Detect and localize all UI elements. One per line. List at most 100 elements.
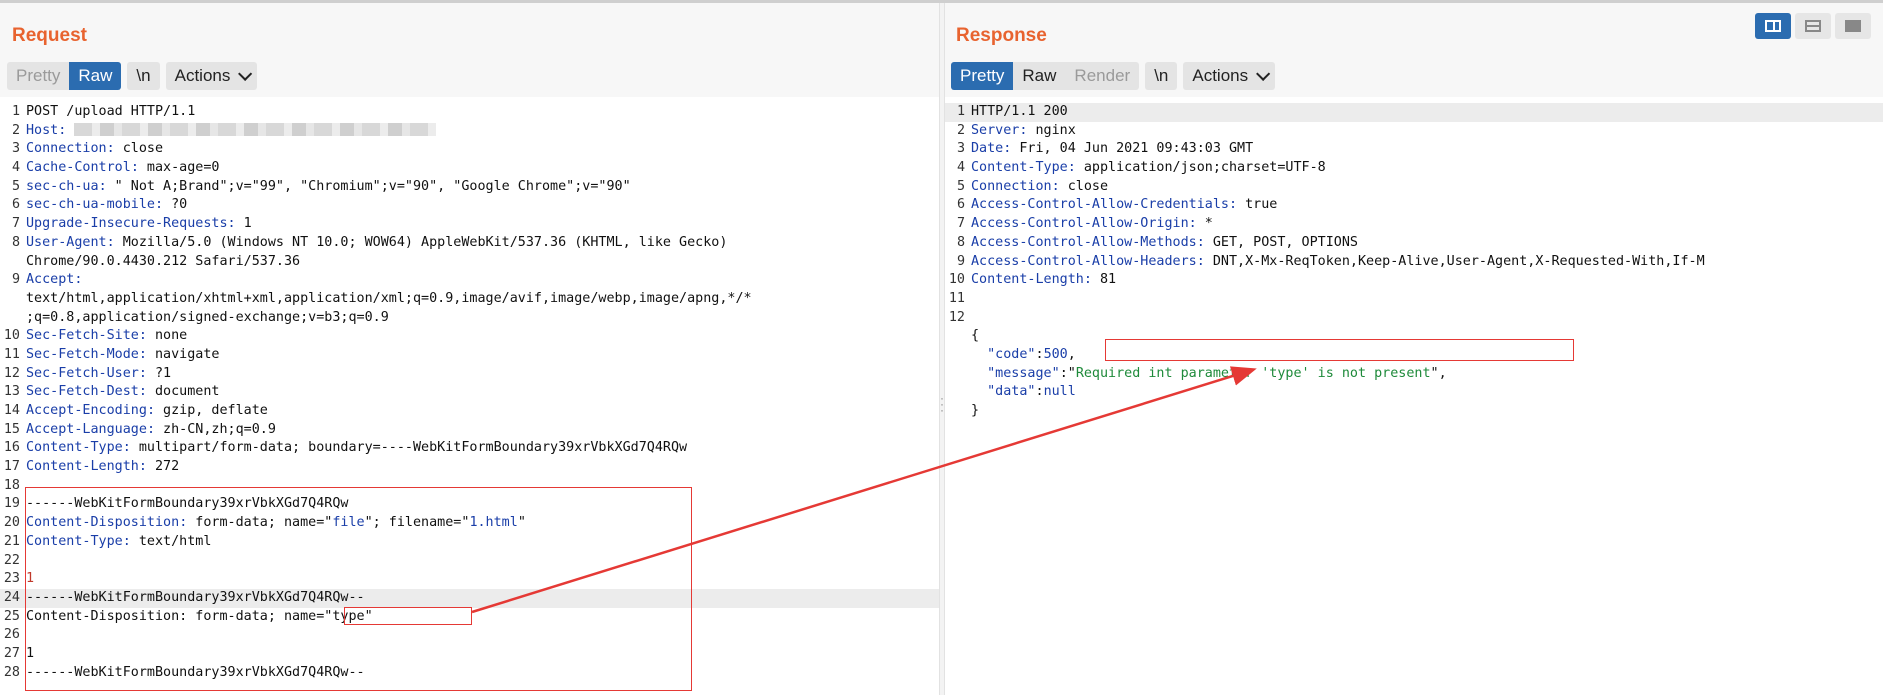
response-line: "code":500,: [945, 346, 1883, 365]
header-separator: :: [1051, 178, 1060, 194]
response-newline-toggle[interactable]: \n: [1145, 62, 1178, 90]
header-value: GET, POST, OPTIONS: [1204, 234, 1358, 250]
full-view-button[interactable]: [1835, 13, 1871, 39]
header-value: POST /upload HTTP/1.1: [26, 104, 196, 119]
header-separator: :: [130, 160, 139, 176]
line-content: Sec-Fetch-Dest: document: [26, 384, 220, 399]
header-name: Content-Type: [26, 440, 123, 456]
request-view-tabs: Pretty Raw: [7, 62, 122, 90]
request-line: 2 Host:: [0, 122, 939, 141]
header-value: multipart/form-data; boundary=----WebKit…: [130, 440, 688, 456]
response-line: 6 Access-Control-Allow-Credentials: true: [945, 196, 1883, 215]
split-view-button[interactable]: [1755, 13, 1791, 39]
line-number: 6: [11, 197, 20, 213]
line-number: 9: [11, 272, 20, 288]
line-number: 8: [956, 234, 965, 250]
response-line: 8 Access-Control-Allow-Methods: GET, POST…: [945, 234, 1883, 253]
line-content: Accept-Language: zh-CN,zh;q=0.9: [26, 422, 276, 437]
request-line: 10 Sec-Fetch-Site: none: [0, 327, 939, 346]
token: ,: [1067, 346, 1076, 362]
line-number: 28: [3, 664, 20, 680]
line-number: 5: [11, 178, 20, 194]
request-line: 19 ------WebKitFormBoundary39xrVbkXGd7Q4R…: [0, 495, 939, 514]
request-line: 17 Content-Length: 272: [0, 458, 939, 477]
header-value: navigate: [146, 346, 220, 362]
rows-view-button[interactable]: [1795, 13, 1831, 39]
line-content: Access-Control-Allow-Origin: *: [971, 216, 1213, 231]
header-value: ?0: [163, 197, 188, 213]
header-value: 1: [235, 216, 252, 232]
response-tab-row: Pretty Raw Render \n Actions: [951, 62, 1276, 90]
header-name: Sec-Fetch-Dest: [26, 384, 139, 400]
line-content: Content-Disposition: form-data; name="fi…: [26, 515, 526, 530]
header-value: }: [971, 403, 980, 418]
response-actions-button[interactable]: Actions: [1183, 62, 1276, 90]
header-value: true: [1237, 197, 1278, 213]
line-content: 1: [26, 646, 34, 661]
header-value: ?1: [146, 365, 172, 381]
request-actions-button[interactable]: Actions: [165, 62, 258, 90]
header-value: none: [146, 328, 188, 344]
header-value: ------WebKitFormBoundary39xrVbkXGd7Q4RQw…: [26, 589, 365, 605]
response-line: 1 HTTP/1.1 200: [945, 103, 1883, 122]
line-content: Access-Control-Allow-Headers: DNT,X-Mx-R…: [971, 254, 1705, 269]
line-number: 11: [948, 290, 965, 306]
response-line: "message":"Required int parameter 'type'…: [945, 365, 1883, 384]
request-line: 13 Sec-Fetch-Dest: document: [0, 383, 939, 402]
redacted-host: [74, 123, 437, 137]
line-content: Cache-Control: max-age=0: [26, 160, 220, 175]
header-separator: :: [138, 459, 147, 475]
header-separator: :: [1067, 160, 1076, 176]
response-pane: Response Pretty Raw Render \n Actions 1H…: [945, 3, 1883, 695]
request-actions-label: Actions: [174, 66, 231, 85]
request-editor[interactable]: 1 POST /upload HTTP/1.1 2 Host: 3 Connection…: [0, 103, 939, 695]
response-tab-pretty[interactable]: Pretty: [951, 62, 1014, 90]
response-title: Response: [956, 25, 1047, 46]
request-newline-toggle[interactable]: \n: [127, 62, 160, 90]
line-content: Accept-Encoding: gzip, deflate: [26, 403, 268, 418]
line-number: 25: [3, 608, 20, 624]
header-name: sec-ch-ua: [26, 178, 99, 194]
request-line: 21 Content-Type: text/html: [0, 533, 939, 552]
line-number: 9: [956, 253, 965, 269]
request-header: Request Pretty Raw \n Actions: [0, 3, 939, 97]
response-editor[interactable]: 1 HTTP/1.1 200 2 Server: nginx 3 Date: Fri, 0…: [945, 103, 1883, 695]
line-content: 1: [26, 571, 34, 586]
header-separator: :: [227, 216, 236, 232]
line-number: 10: [3, 328, 20, 344]
request-pane: Request Pretty Raw \n Actions 1 POST /upl…: [0, 3, 939, 695]
line-content: Chrome/90.0.4430.212 Safari/537.36: [26, 254, 300, 269]
header-value: HTTP/1.1 200: [971, 104, 1068, 119]
header-value: 272: [146, 459, 180, 475]
line-content: Sec-Fetch-User: ?1: [26, 366, 171, 381]
request-tab-pretty[interactable]: Pretty: [7, 62, 70, 90]
response-tab-render[interactable]: Render: [1065, 62, 1140, 90]
request-line: 16 Content-Type: multipart/form-data; bou…: [0, 439, 939, 458]
header-name: Sec-Fetch-Site: [26, 328, 139, 344]
header-name: Date: [971, 141, 1004, 157]
header-value: 1: [26, 645, 35, 661]
header-separator: :: [146, 421, 155, 437]
split-view-icon: [1765, 20, 1781, 32]
header-name: Access-Control-Allow-Origin: [971, 216, 1189, 232]
header-name: Upgrade-Insecure-Requests: [26, 216, 228, 232]
request-line: 9 Accept:: [0, 271, 939, 290]
header-separator: :: [1196, 234, 1205, 250]
line-content: }: [971, 403, 979, 418]
header-value: Content-Disposition: form-data; name="ty…: [26, 608, 373, 624]
response-line: 11: [945, 290, 1883, 309]
line-number: 7: [11, 216, 20, 232]
response-line: 10 Content-Length: 81: [945, 271, 1883, 290]
request-line: 27 1: [0, 645, 939, 664]
response-line: 3 Date: Fri, 04 Jun 2021 09:43:03 GMT: [945, 140, 1883, 159]
header-value: zh-CN,zh;q=0.9: [155, 421, 276, 437]
line-content: Content-Length: 81: [971, 272, 1116, 287]
response-actions-label: Actions: [1192, 66, 1249, 85]
request-line: ;q=0.8,application/signed-exchange;v=b3;…: [0, 309, 939, 328]
line-number: 1: [956, 104, 965, 119]
request-tab-raw[interactable]: Raw: [69, 62, 122, 90]
header-value: text/html: [130, 533, 212, 549]
header-value: *: [1196, 216, 1213, 232]
response-tab-raw[interactable]: Raw: [1013, 62, 1066, 90]
line-content: Content-Type: multipart/form-data; bound…: [26, 440, 687, 455]
